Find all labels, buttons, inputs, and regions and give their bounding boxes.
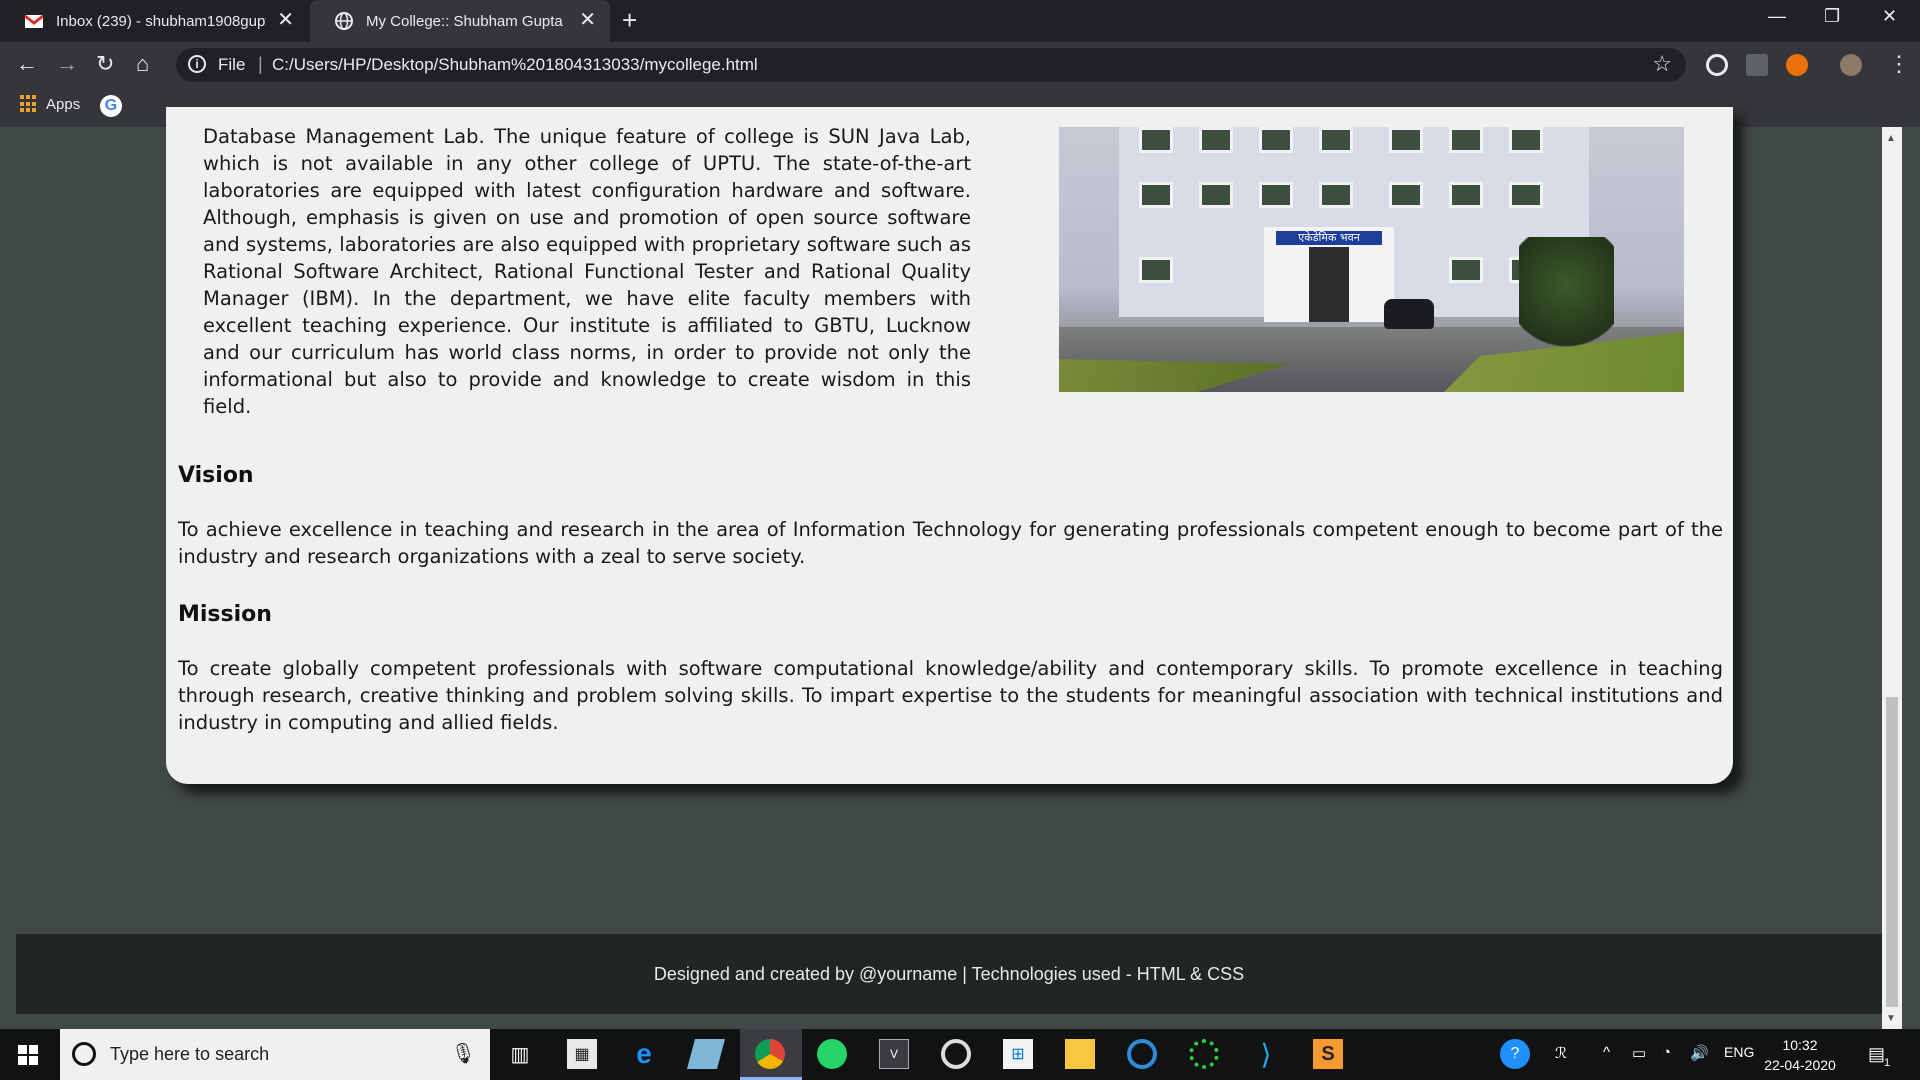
bookmark-star-icon[interactable]: ☆ [1652, 51, 1672, 77]
notepad-icon[interactable] [686, 1039, 726, 1069]
back-arrow-icon[interactable]: ← [16, 51, 38, 77]
globe-icon [335, 12, 353, 30]
vision-heading: Vision [178, 463, 254, 488]
building-sign: एकेडेमिक भवन [1276, 231, 1382, 245]
search-placeholder: Type here to search [110, 1044, 270, 1064]
sublime-text-icon[interactable]: S [1313, 1039, 1343, 1069]
mission-text: To create globally competent professiona… [178, 657, 1723, 734]
footer-credit-text: Designed and created by @yourname | Tech… [653, 964, 1245, 984]
extension-speedometer-icon[interactable] [1706, 54, 1728, 76]
chrome-icon[interactable] [755, 1039, 785, 1069]
restore-button[interactable]: ❐ [1824, 6, 1840, 27]
more-menu-icon[interactable]: ⋮ [1888, 51, 1910, 77]
tab-title: My College:: Shubham Gupta [366, 12, 563, 30]
volume-icon[interactable]: 🔊 [1690, 1044, 1709, 1062]
extension-puzzle-icon[interactable] [1746, 54, 1768, 76]
scheme-label: File [218, 55, 246, 74]
url-text[interactable]: C:/Users/HP/Desktop/Shubham%201804313033… [272, 55, 758, 75]
mission-heading: Mission [178, 602, 272, 627]
google-icon[interactable]: G [100, 95, 122, 117]
browser-toolbar: ← → ↻ ⌂ i File | C:/Users/HP/Desktop/Shu… [0, 42, 1920, 87]
calculator-icon[interactable]: ▦ [567, 1039, 597, 1069]
apps-bookmark[interactable]: Apps [20, 95, 80, 113]
clock-date: 22-04-2020 [1764, 1057, 1836, 1073]
vision-text: To achieve excellence in teaching and re… [178, 518, 1723, 568]
windows-start-icon[interactable] [18, 1045, 38, 1065]
vscode-icon[interactable]: ⟩ [1251, 1039, 1281, 1070]
vertical-scrollbar[interactable]: ▲ ▼ [1882, 127, 1902, 1029]
close-tab-icon[interactable]: ✕ [277, 10, 294, 30]
college-building-photo: एकेडेमिक भवन [1059, 127, 1684, 392]
green-loader-icon[interactable] [1189, 1039, 1219, 1069]
gmail-icon [24, 14, 44, 28]
new-tab-button[interactable]: + [622, 6, 637, 34]
clock-time: 10:32 [1782, 1037, 1818, 1053]
car [1384, 299, 1434, 329]
address-bar[interactable]: i File | C:/Users/HP/Desktop/Shubham%201… [176, 48, 1686, 82]
extension-fire-icon[interactable] [1786, 54, 1808, 76]
wifi-icon[interactable]: ◔ [1662, 1044, 1671, 1061]
close-tab-icon[interactable]: ✕ [579, 10, 596, 30]
file-explorer-icon[interactable] [1065, 1039, 1095, 1069]
content-card: Database Management Lab. The unique feat… [166, 107, 1733, 784]
close-window-button[interactable]: ✕ [1882, 6, 1897, 27]
sync-app-icon[interactable] [1127, 1039, 1157, 1069]
system-clock[interactable]: 10:32 22-04-2020 [1750, 1035, 1850, 1075]
scroll-up-arrow-icon[interactable]: ▲ [1886, 133, 1896, 144]
browser-tab-strip: Inbox (239) - shubham1908gupta ✕ My Coll… [0, 0, 1920, 42]
profile-avatar[interactable] [1840, 54, 1862, 76]
omnibox-separator: | [258, 54, 263, 74]
help-icon[interactable]: ? [1500, 1039, 1530, 1069]
scroll-down-arrow-icon[interactable]: ▼ [1886, 1013, 1896, 1024]
store-icon[interactable]: ⊞ [1003, 1039, 1033, 1069]
internet-explorer-icon[interactable]: e [629, 1038, 659, 1069]
notification-count: 1 [1884, 1057, 1891, 1069]
tab-title: Inbox (239) - shubham1908gupta [56, 12, 266, 30]
cortana-icon [72, 1042, 96, 1066]
page-viewport: Database Management Lab. The unique feat… [16, 107, 1882, 1014]
about-department-text: Database Management Lab. The unique feat… [203, 125, 971, 418]
reload-icon[interactable]: ↻ [96, 51, 114, 77]
apps-grid-icon [20, 95, 38, 113]
page-footer: Designed and created by @yourname | Tech… [16, 934, 1882, 1014]
people-icon[interactable]: ℛ [1555, 1044, 1567, 1062]
battery-icon[interactable]: ▭ [1632, 1044, 1646, 1062]
home-icon[interactable]: ⌂ [136, 51, 149, 77]
info-icon[interactable]: i [188, 55, 206, 73]
vmware-icon[interactable]: V [879, 1039, 909, 1069]
notification-center-icon[interactable]: ▤ [1868, 1044, 1885, 1065]
taskbar-search-box[interactable]: Type here to search 🎙 [60, 1029, 490, 1080]
tab-inbox[interactable]: Inbox (239) - shubham1908gupta ✕ [0, 0, 308, 42]
scroll-thumb[interactable] [1886, 697, 1898, 1007]
apps-label: Apps [46, 95, 81, 113]
show-hidden-icons-icon[interactable]: ^ [1603, 1044, 1610, 1061]
minimize-button[interactable]: — [1768, 6, 1786, 27]
windows-taskbar: Type here to search 🎙 ▥ ▦ e V ⊞ ⟩ S ? ℛ … [0, 1029, 1920, 1080]
media-player-icon[interactable] [941, 1039, 971, 1069]
tab-my-college[interactable]: My College:: Shubham Gupta ✕ [310, 0, 610, 42]
whatsapp-icon[interactable] [817, 1039, 847, 1069]
microphone-icon[interactable]: 🎙 [451, 1041, 476, 1066]
task-view-icon[interactable]: ▥ [505, 1039, 535, 1069]
forward-arrow-icon[interactable]: → [56, 51, 78, 77]
building-entrance: एकेडेमिक भवन [1264, 227, 1394, 322]
